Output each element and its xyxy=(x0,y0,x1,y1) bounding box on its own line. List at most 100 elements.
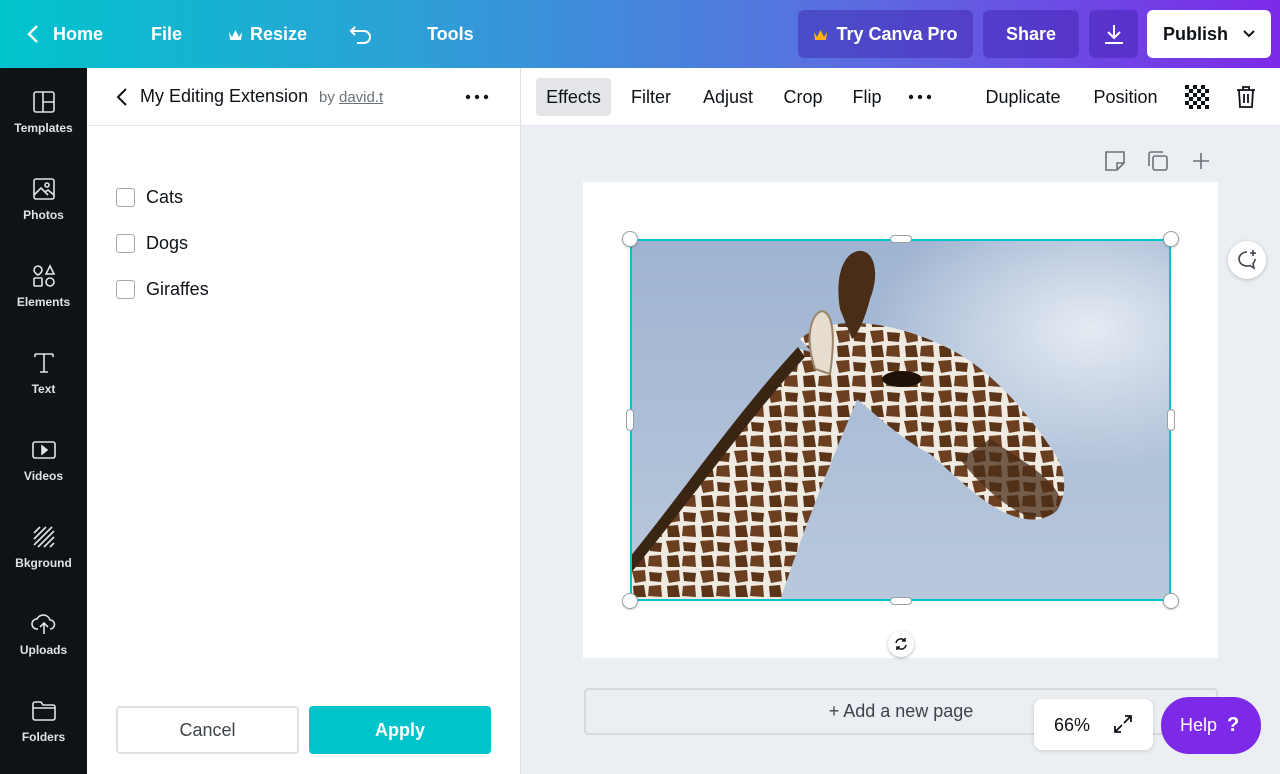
crown-icon xyxy=(814,29,828,40)
filter-button[interactable]: Filter xyxy=(624,78,678,116)
rail-item-uploads[interactable]: Uploads xyxy=(0,590,87,677)
templates-icon xyxy=(32,90,55,113)
rail-item-videos[interactable]: Videos xyxy=(0,416,87,503)
extension-title: My Editing Extension xyxy=(140,86,309,106)
tools-menu-button[interactable]: Tools xyxy=(427,0,474,68)
image-toolbar: Effects Filter Adjust Crop Flip Duplicat… xyxy=(521,68,1280,126)
undo-icon xyxy=(349,26,371,44)
rail-label: Photos xyxy=(23,207,64,222)
back-button[interactable] xyxy=(115,87,129,107)
option-label: Giraffes xyxy=(146,279,209,299)
videos-icon xyxy=(31,440,56,459)
more-horizontal-icon xyxy=(465,94,489,100)
elements-icon xyxy=(32,263,55,287)
rail-label: Uploads xyxy=(19,642,68,657)
checkbox[interactable] xyxy=(116,280,135,299)
option-dogs[interactable]: Dogs xyxy=(116,233,188,254)
zoom-control: 66% xyxy=(1034,699,1153,750)
extension-panel: My Editing Extension by david.t Cats Dog… xyxy=(87,68,521,774)
resize-handle-left[interactable] xyxy=(626,409,634,431)
file-label: File xyxy=(151,23,183,44)
apply-button[interactable]: Apply xyxy=(309,706,491,754)
add-comment-button[interactable] xyxy=(1228,241,1266,279)
rail-item-templates[interactable]: Templates xyxy=(0,68,87,155)
checkbox[interactable] xyxy=(116,234,135,253)
rail-item-background[interactable]: Bkground xyxy=(0,503,87,590)
try-pro-label: Try Canva Pro xyxy=(836,23,958,44)
flip-button[interactable]: Flip xyxy=(847,78,887,116)
more-tools-button[interactable] xyxy=(904,78,936,116)
more-options-button[interactable] xyxy=(464,86,490,108)
rail-label: Text xyxy=(31,381,56,396)
zoom-level[interactable]: 66% xyxy=(1054,715,1090,736)
left-rail: Templates Photos Elements Text Videos Bk… xyxy=(0,68,87,774)
resize-handle-top-right[interactable] xyxy=(1163,231,1179,247)
author-link[interactable]: david.t xyxy=(339,89,383,106)
resize-handle-top-left[interactable] xyxy=(622,231,638,247)
option-cats[interactable]: Cats xyxy=(116,187,183,208)
share-button[interactable]: Share xyxy=(983,10,1079,58)
text-icon xyxy=(33,352,54,373)
comment-icon xyxy=(1238,250,1256,270)
tools-label: Tools xyxy=(427,23,474,44)
delete-button[interactable] xyxy=(1233,78,1259,116)
file-menu-button[interactable]: File xyxy=(151,0,182,68)
transparency-button[interactable] xyxy=(1183,78,1211,116)
resize-handle-bottom-left[interactable] xyxy=(622,593,638,609)
photos-icon xyxy=(32,177,55,200)
by-label: by xyxy=(319,89,335,106)
panel-header: My Editing Extension by david.t xyxy=(87,68,521,126)
try-canva-pro-button[interactable]: Try Canva Pro xyxy=(798,10,973,58)
crop-button[interactable]: Crop xyxy=(779,78,827,116)
publish-button[interactable]: Publish xyxy=(1147,10,1271,58)
resize-handle-bottom-right[interactable] xyxy=(1163,593,1179,609)
option-label: Dogs xyxy=(146,233,189,253)
resize-button[interactable]: Resize xyxy=(228,0,307,68)
chevron-left-icon xyxy=(27,25,38,43)
resize-label: Resize xyxy=(250,23,308,44)
rotate-icon xyxy=(895,638,907,650)
chevron-left-icon xyxy=(116,88,127,106)
note-icon xyxy=(1105,151,1125,171)
top-bar: Home File Resize Tools Try Canva Pro Sha… xyxy=(0,0,1280,68)
expand-icon xyxy=(1114,715,1132,733)
chevron-down-icon xyxy=(1243,30,1255,38)
resize-handle-right[interactable] xyxy=(1167,409,1175,431)
option-label: Cats xyxy=(146,187,184,207)
publish-label: Publish xyxy=(1163,23,1229,44)
folders-icon xyxy=(31,700,56,721)
trash-icon xyxy=(1237,86,1255,108)
rail-label: Templates xyxy=(14,120,73,135)
home-button[interactable]: Home xyxy=(26,0,103,68)
add-page-icon-button[interactable] xyxy=(1189,149,1213,173)
rotate-handle[interactable] xyxy=(888,631,914,657)
home-label: Home xyxy=(53,23,104,44)
more-horizontal-icon xyxy=(908,94,932,100)
download-button[interactable] xyxy=(1089,10,1138,58)
undo-button[interactable] xyxy=(348,0,374,68)
add-note-button[interactable] xyxy=(1103,149,1127,173)
option-giraffes[interactable]: Giraffes xyxy=(116,279,209,300)
duplicate-button[interactable]: Duplicate xyxy=(979,78,1067,116)
checkbox[interactable] xyxy=(116,188,135,207)
question-mark-icon: ? xyxy=(1227,714,1240,736)
duplicate-page-button[interactable] xyxy=(1146,149,1170,173)
rail-label: Elements xyxy=(16,294,71,309)
resize-handle-top[interactable] xyxy=(890,235,912,243)
share-label: Share xyxy=(1005,23,1057,44)
help-label: Help xyxy=(1180,715,1218,735)
rail-item-photos[interactable]: Photos xyxy=(0,155,87,242)
rail-item-text[interactable]: Text xyxy=(0,329,87,416)
effects-button[interactable]: Effects xyxy=(536,78,611,116)
adjust-button[interactable]: Adjust xyxy=(696,78,760,116)
help-button[interactable]: Help ? xyxy=(1161,697,1261,754)
background-icon xyxy=(32,525,55,548)
cancel-button[interactable]: Cancel xyxy=(116,706,299,754)
rail-label: Videos xyxy=(23,468,64,483)
rail-item-elements[interactable]: Elements xyxy=(0,242,87,329)
fullscreen-button[interactable] xyxy=(1112,713,1134,735)
resize-handle-bottom[interactable] xyxy=(890,597,912,605)
uploads-icon xyxy=(30,613,55,634)
position-button[interactable]: Position xyxy=(1087,78,1164,116)
rail-item-folders[interactable]: Folders xyxy=(0,677,87,764)
